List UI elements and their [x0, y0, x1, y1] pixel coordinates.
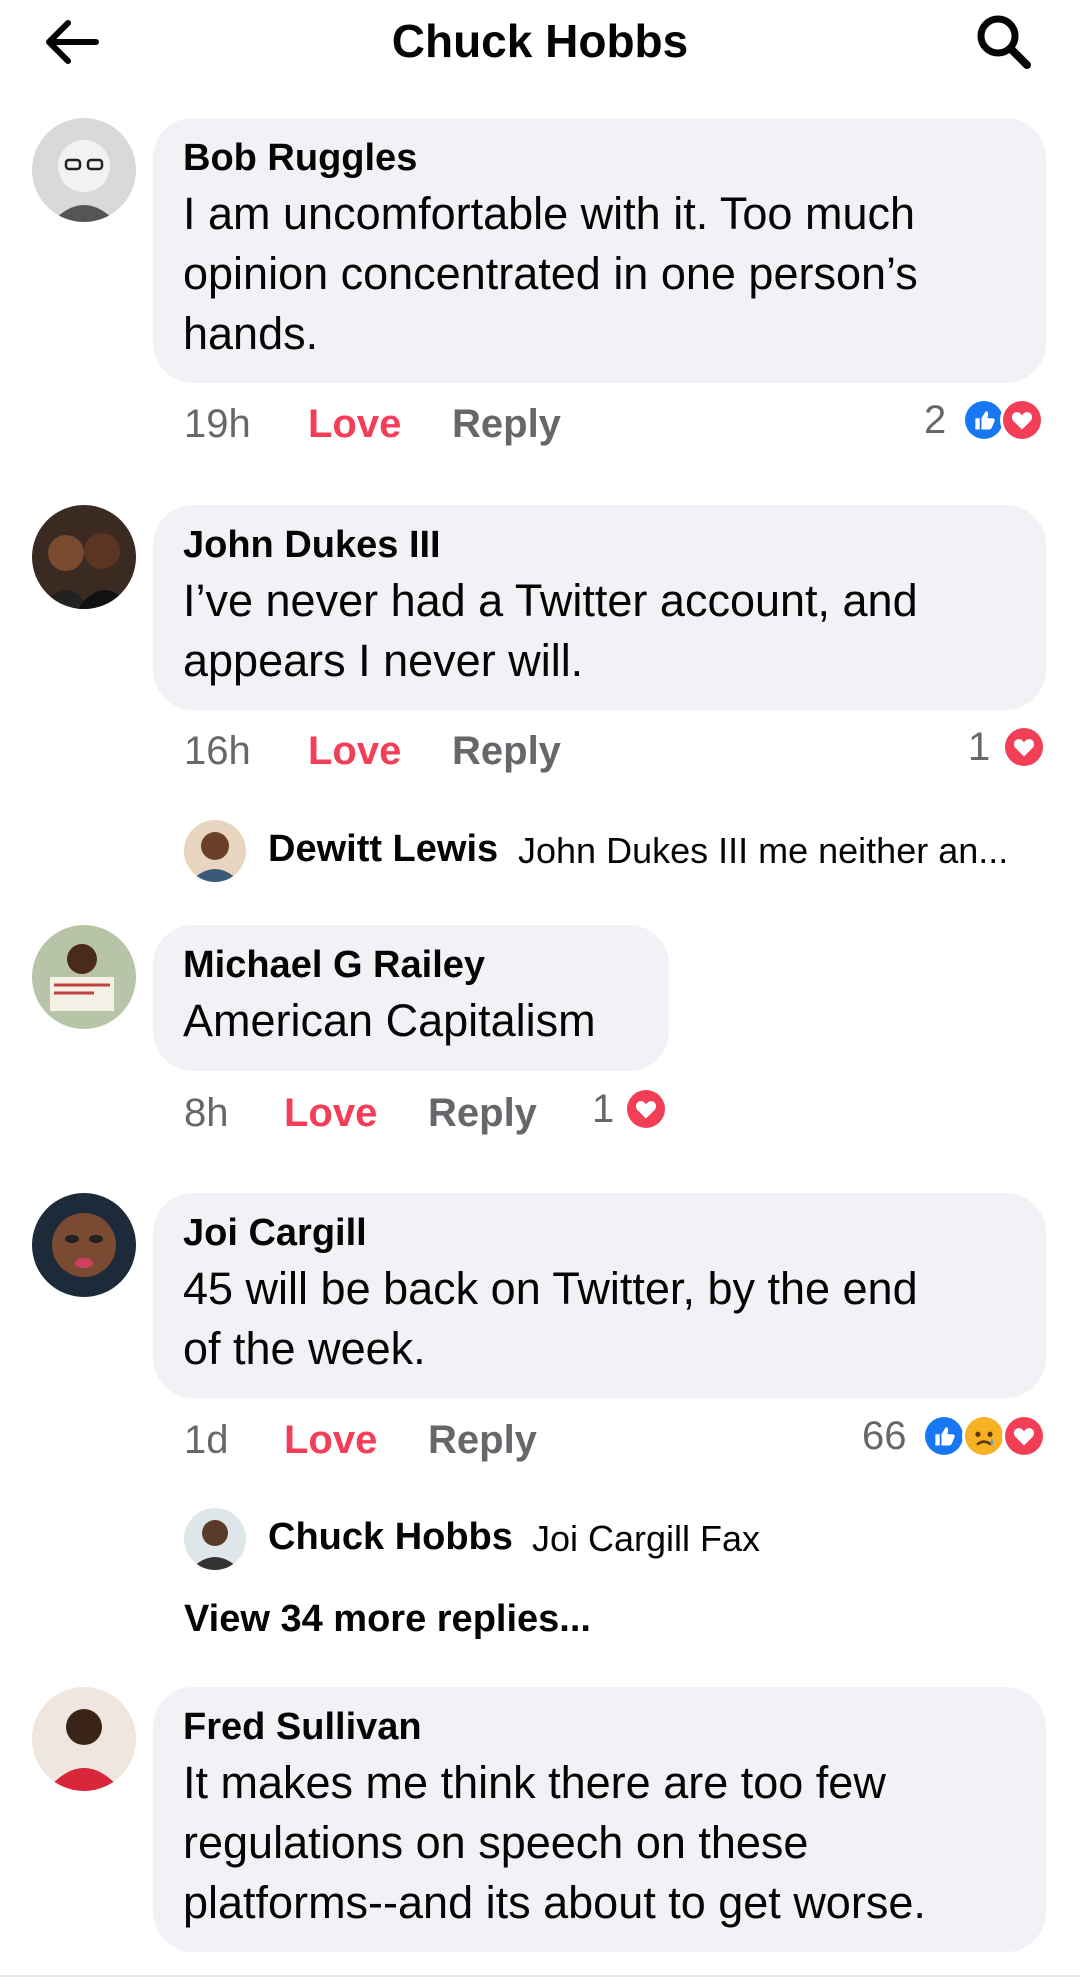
- avatar-john-dukes[interactable]: [32, 505, 136, 609]
- reaction-summary[interactable]: 1: [966, 725, 1046, 771]
- love-button[interactable]: Love: [284, 1418, 377, 1463]
- comment-text-line: I’ve never had a Twitter account, and: [183, 575, 918, 626]
- love-icon: [1000, 398, 1044, 442]
- reaction-summary[interactable]: 2: [920, 398, 1046, 444]
- comment-text-line: I am uncomfortable with it. Too much: [183, 188, 915, 239]
- bottom-divider: [0, 1975, 1080, 1977]
- comment-text-line: hands.: [183, 308, 319, 359]
- avatar-chuck-hobbs[interactable]: [184, 1508, 246, 1570]
- comment-text-line: regulations on speech on these: [183, 1817, 809, 1868]
- comment-bubble: John Dukes III I’ve never had a Twitter …: [153, 505, 1046, 710]
- comment-time[interactable]: 19h: [184, 402, 251, 447]
- comment-text: I am uncomfortable with it. Too much opi…: [183, 184, 1016, 364]
- search-button[interactable]: [972, 10, 1036, 74]
- reaction-count: 1: [592, 1087, 615, 1131]
- comment-time[interactable]: 1d: [184, 1418, 229, 1463]
- search-icon: [977, 15, 1031, 69]
- comment-text: American Capitalism: [183, 991, 639, 1051]
- love-icon: [624, 1087, 668, 1131]
- comment-author[interactable]: John Dukes III: [183, 523, 1016, 567]
- comment-actions: 16h Love Reply: [184, 729, 684, 779]
- avatar-dewitt-lewis[interactable]: [184, 820, 246, 882]
- comment-actions: 1d Love Reply: [184, 1418, 564, 1468]
- reply-preview[interactable]: Chuck Hobbs Joi Cargill Fax: [184, 1508, 1044, 1570]
- like-icon: [922, 1414, 966, 1458]
- reply-button[interactable]: Reply: [452, 402, 561, 447]
- view-more-replies-link[interactable]: View 34 more replies...: [184, 1598, 591, 1641]
- comment-author[interactable]: Joi Cargill: [183, 1211, 1016, 1255]
- comment-text-line: appears I never will.: [183, 635, 584, 686]
- comment-time[interactable]: 16h: [184, 729, 251, 774]
- comment-bubble: Fred Sullivan It makes me think there ar…: [153, 1687, 1046, 1952]
- reply-button[interactable]: Reply: [428, 1091, 537, 1136]
- comment-text-line: It makes me think there are too few: [183, 1757, 886, 1808]
- avatar-michael-railey[interactable]: [32, 925, 136, 1029]
- top-bar: Chuck Hobbs: [0, 0, 1080, 84]
- reply-preview[interactable]: Dewitt Lewis John Dukes III me neither a…: [184, 820, 1044, 882]
- reply-text: John Dukes III me neither an...: [518, 830, 1009, 871]
- comment-text-line: of the week.: [183, 1323, 426, 1374]
- avatar-bob-ruggles[interactable]: [32, 118, 136, 222]
- reply-text: Joi Cargill Fax: [532, 1518, 761, 1559]
- comment-bubble: Bob Ruggles I am uncomfortable with it. …: [153, 118, 1046, 383]
- comment-bubble: Joi Cargill 45 will be back on Twitter, …: [153, 1193, 1046, 1398]
- avatar-joi-cargill[interactable]: [32, 1193, 136, 1297]
- comment-text-line: 45 will be back on Twitter, by the end: [183, 1263, 918, 1314]
- comment-actions: 19h Love Reply: [184, 402, 684, 452]
- reply-author[interactable]: Dewitt Lewis: [268, 828, 498, 871]
- reply-button[interactable]: Reply: [452, 729, 561, 774]
- love-button[interactable]: Love: [284, 1091, 377, 1136]
- comment-text: It makes me think there are too few regu…: [183, 1753, 1016, 1933]
- comment-text-line: American Capitalism: [183, 995, 596, 1046]
- reply-author[interactable]: Chuck Hobbs: [268, 1516, 513, 1559]
- page-title: Chuck Hobbs: [391, 15, 689, 67]
- love-button[interactable]: Love: [308, 729, 401, 774]
- comment-text: I’ve never had a Twitter account, and ap…: [183, 571, 1016, 691]
- comment-author[interactable]: Bob Ruggles: [183, 136, 1016, 180]
- sad-icon: [962, 1414, 1006, 1458]
- reaction-count: 1: [968, 725, 991, 769]
- comment-text-line: platforms--and its about to get worse.: [183, 1877, 926, 1928]
- comment-actions: 8h Love Reply: [184, 1091, 564, 1141]
- avatar-fred-sullivan[interactable]: [32, 1687, 136, 1791]
- comment-author[interactable]: Michael G Railey: [183, 943, 639, 987]
- reaction-summary[interactable]: 66: [860, 1414, 1046, 1460]
- comment-bubble: Michael G Railey American Capitalism: [153, 925, 669, 1071]
- reaction-summary[interactable]: 1: [590, 1087, 670, 1133]
- reaction-count: 66: [862, 1414, 907, 1458]
- reply-button[interactable]: Reply: [428, 1418, 537, 1463]
- comment-text: 45 will be back on Twitter, by the end o…: [183, 1259, 1016, 1379]
- love-icon: [1002, 725, 1046, 769]
- comment-text-line: opinion concentrated in one person’s: [183, 248, 918, 299]
- comment-time[interactable]: 8h: [184, 1091, 229, 1136]
- love-icon: [1002, 1414, 1046, 1458]
- comment-author[interactable]: Fred Sullivan: [183, 1705, 1016, 1749]
- love-button[interactable]: Love: [308, 402, 401, 447]
- reaction-count: 2: [924, 398, 947, 442]
